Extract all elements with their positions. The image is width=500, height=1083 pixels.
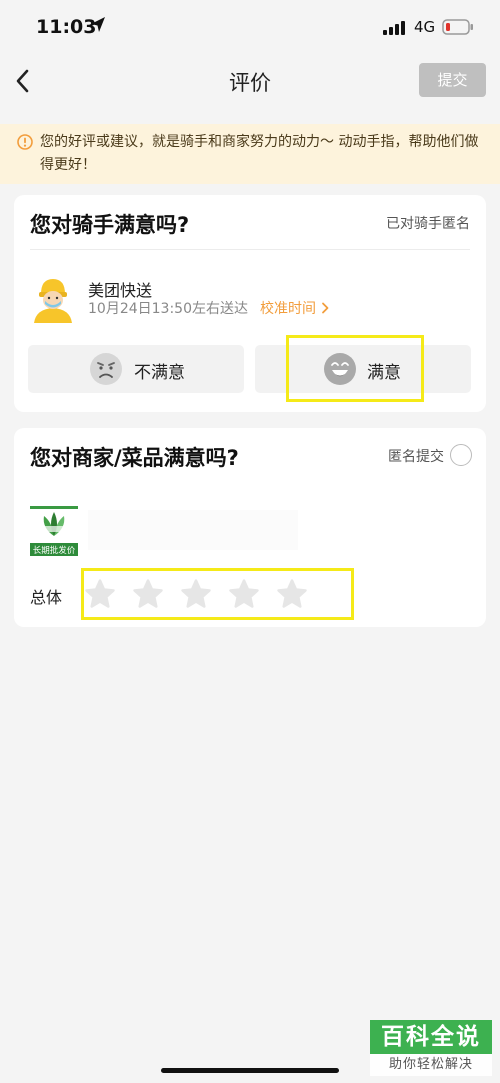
notice-banner: 您的好评或建议，就是骑手和商家努力的动力～ 动动手指，帮助他们做得更好！ (0, 124, 500, 184)
merchant-card-title: 您对商家/菜品满意吗? (30, 446, 239, 470)
rider-card-title: 您对骑手满意吗? (30, 213, 190, 237)
notice-text: 您的好评或建议，就是骑手和商家努力的动力～ 动动手指，帮助他们做得更好！ (40, 134, 479, 173)
star-icon[interactable] (228, 578, 260, 610)
shop-logo: 长期批发价 (30, 506, 78, 556)
dissatisfied-label: 不满意 (134, 363, 185, 383)
anonymous-submit-radio[interactable] (450, 444, 472, 466)
calibrate-time-label: 校准时间 (260, 301, 316, 317)
satisfied-button[interactable]: 满意 (255, 345, 471, 393)
shop-name-placeholder (88, 510, 298, 550)
status-time: 11:03 (36, 16, 97, 38)
delivery-time: 10月24日13:50左右送达 (88, 301, 248, 317)
divider (30, 249, 470, 250)
watermark-subtitle: 助你轻松解决 (370, 1054, 492, 1076)
signal-icon (383, 21, 405, 35)
anonymous-submit-label: 匿名提交 (388, 449, 444, 465)
watermark: 百科全说 助你轻松解决 (370, 1020, 492, 1076)
happy-face-icon (324, 353, 356, 385)
home-indicator (161, 1068, 339, 1073)
star-icon[interactable] (180, 578, 212, 610)
submit-button[interactable]: 提交 (419, 63, 486, 97)
rider-anonymous-note: 已对骑手匿名 (386, 216, 470, 232)
star-icon[interactable] (84, 578, 116, 610)
sad-face-icon (90, 353, 122, 385)
watermark-title: 百科全说 (370, 1020, 492, 1054)
star-icon[interactable] (276, 578, 308, 610)
rider-avatar (28, 271, 78, 323)
overall-rating-label: 总体 (30, 588, 63, 607)
chevron-right-icon (322, 302, 329, 314)
battery-low-icon (442, 19, 473, 35)
shop-logo-text: 长期批发价 (33, 545, 76, 556)
network-label: 4G (414, 18, 436, 36)
location-arrow-icon (91, 17, 105, 32)
calibrate-time-link[interactable]: 校准时间 (260, 298, 330, 318)
status-bar: 11:03 4G (0, 0, 500, 54)
warning-circle-icon (17, 134, 33, 150)
navigation-bar: 评价 提交 (0, 54, 500, 108)
dissatisfied-button[interactable]: 不满意 (28, 345, 244, 393)
satisfied-label: 满意 (367, 363, 401, 383)
rider-rating-card: 您对骑手满意吗? 已对骑手匿名 美团快送 10月24日13:50左右送达 校准时… (14, 195, 486, 412)
star-icon[interactable] (132, 578, 164, 610)
merchant-rating-card: 您对商家/菜品满意吗? 匿名提交 长期批发价 总体 (14, 428, 486, 627)
